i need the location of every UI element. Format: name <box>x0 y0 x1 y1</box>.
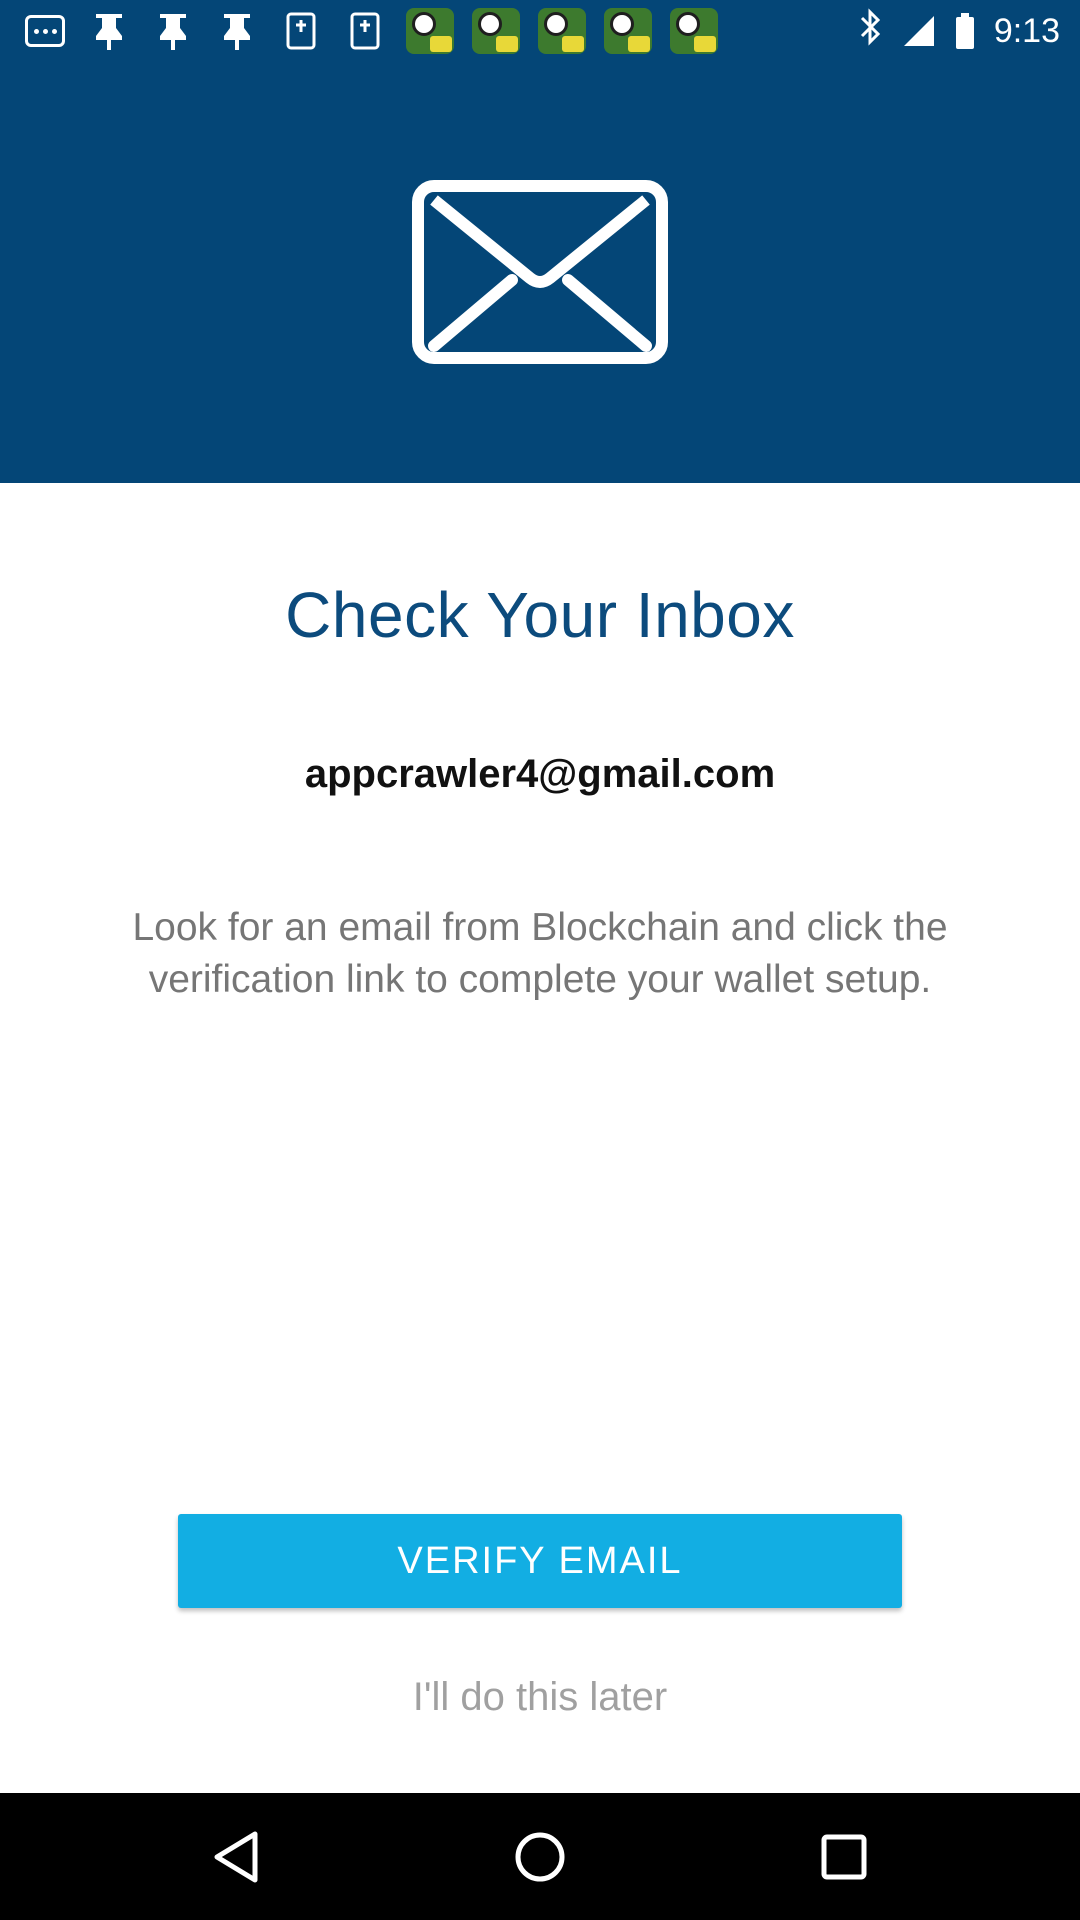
app-notification-icon <box>406 8 454 54</box>
pin-notification-icon <box>86 12 132 50</box>
signal-icon <box>902 14 936 48</box>
clock: 9:13 <box>993 11 1060 50</box>
email-address: appcrawler4@gmail.com <box>304 752 776 796</box>
dock-notification-icon <box>278 12 324 50</box>
do-later-link[interactable]: I'll do this later <box>0 1675 1080 1720</box>
page-title: Check Your Inbox <box>285 579 795 651</box>
app-notification-icon <box>670 8 718 54</box>
hero-header <box>0 62 1080 483</box>
app-notification-icon <box>538 8 586 54</box>
bluetooth-icon <box>858 8 884 54</box>
notification-icons <box>22 0 718 62</box>
verify-email-button[interactable]: VERIFY EMAIL <box>178 1514 902 1608</box>
app-notification-icon <box>472 8 520 54</box>
status-bar: 9:13 <box>0 0 1080 62</box>
app-notification-icon <box>604 8 652 54</box>
system-icons: 9:13 <box>858 0 1060 62</box>
screen: 9:13 Check Your Inbox appcrawler4@gmail.… <box>0 0 1080 1920</box>
home-icon[interactable] <box>480 1793 600 1920</box>
recents-icon[interactable] <box>784 1793 904 1920</box>
mail-icon <box>412 180 668 364</box>
battery-icon <box>954 12 976 50</box>
instructions-text: Look for an email from Blockchain and cl… <box>132 906 948 1001</box>
pin-notification-icon <box>150 12 196 50</box>
back-icon[interactable] <box>176 1793 296 1920</box>
pin-notification-icon <box>214 12 260 50</box>
dock-notification-icon <box>342 12 388 50</box>
navigation-bar <box>0 1793 1080 1920</box>
dots-notification-icon <box>22 12 68 50</box>
